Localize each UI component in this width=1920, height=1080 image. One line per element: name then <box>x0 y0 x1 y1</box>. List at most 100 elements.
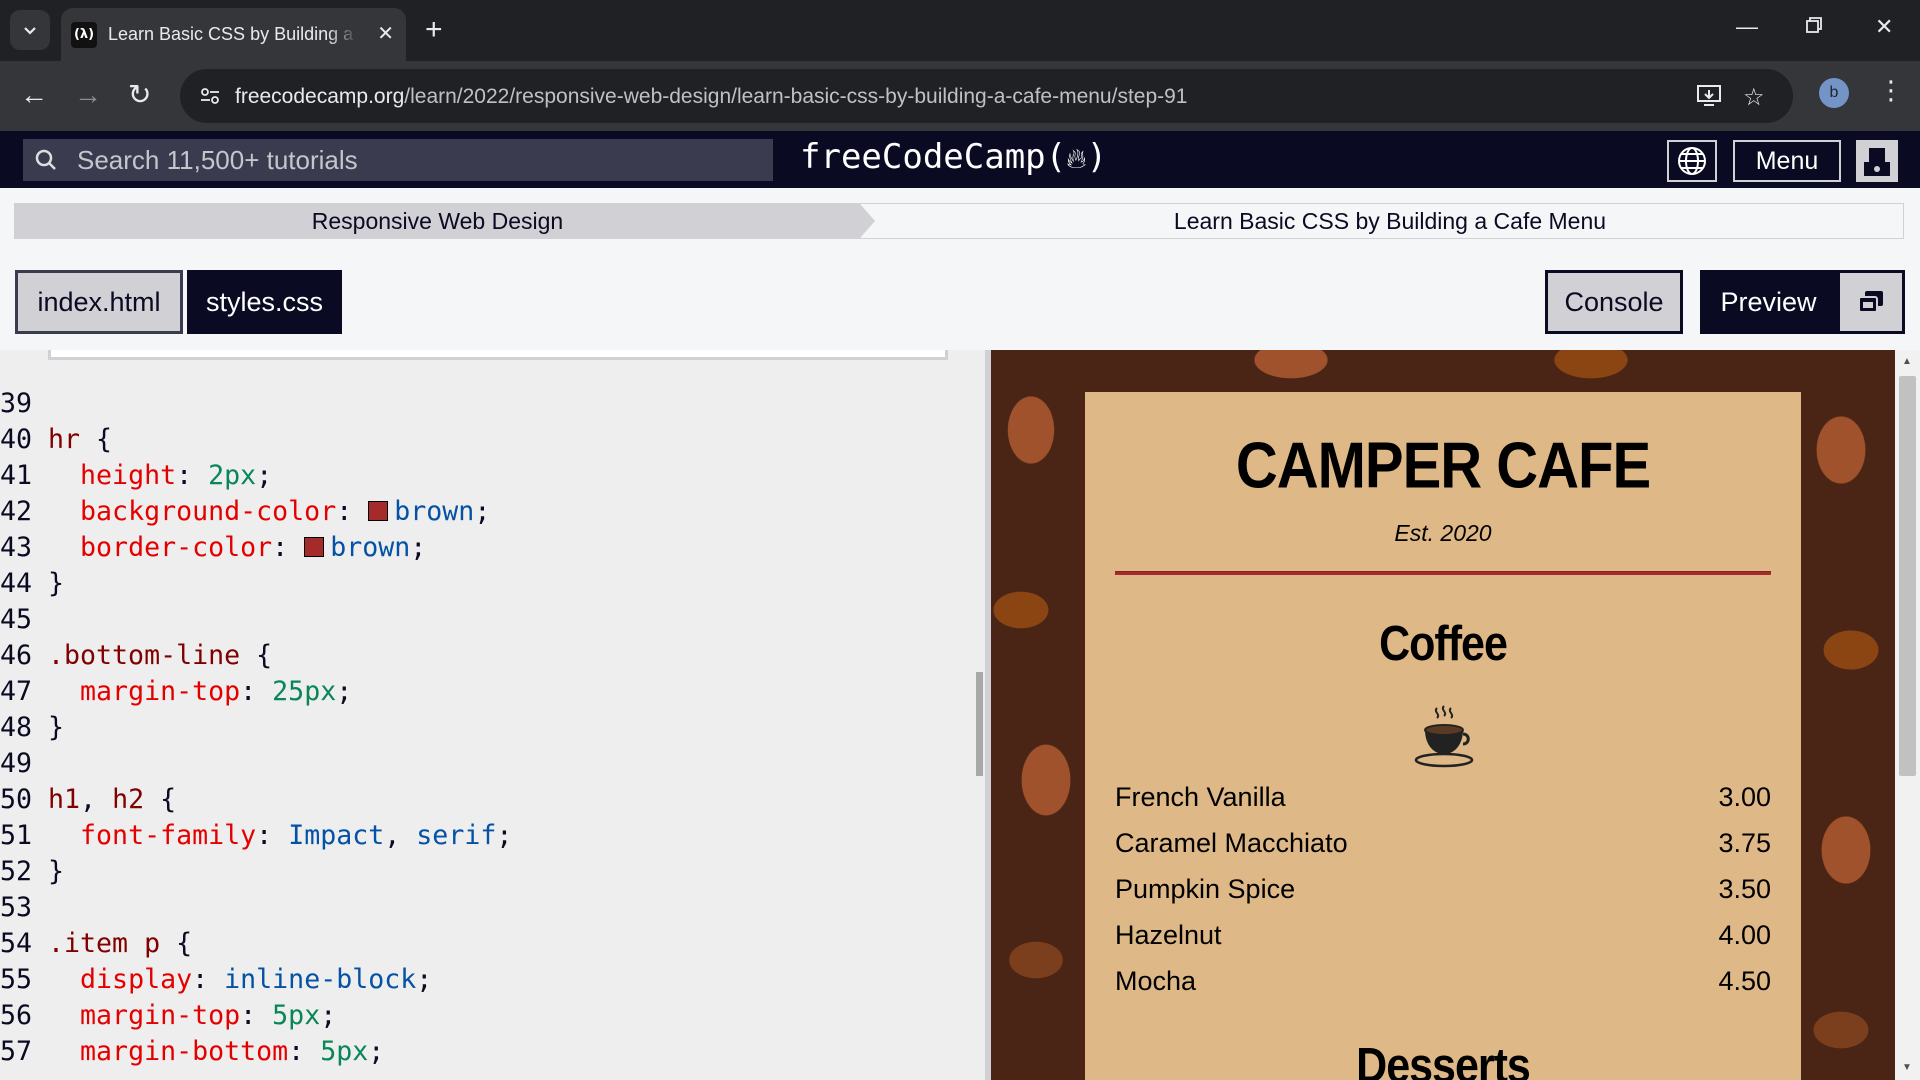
editor-description-box <box>48 350 948 360</box>
css-selector: h1 <box>48 784 81 815</box>
restore-icon[interactable] <box>1805 14 1823 40</box>
reload-icon[interactable]: ↻ <box>128 79 151 111</box>
window-close-icon[interactable]: ✕ <box>1875 14 1893 40</box>
tab-index-html[interactable]: index.html <box>15 270 183 334</box>
tab-styles-css[interactable]: styles.css <box>187 270 342 334</box>
preview-popout-button[interactable] <box>1837 270 1905 334</box>
color-swatch-icon[interactable] <box>304 537 325 557</box>
menu-item: Caramel Macchiato 3.75 <box>1115 820 1771 866</box>
code-line[interactable]: 40 hr { <box>0 422 512 458</box>
fcc-logo[interactable]: freeCodeCamp(🔥︎) <box>800 137 1107 177</box>
coffee-cup-icon <box>1414 705 1474 768</box>
code-text: display: inline-block; <box>80 964 433 995</box>
cafe-name-heading: CAMPER CAFE <box>1235 429 1651 502</box>
user-avatar[interactable] <box>1856 140 1898 182</box>
code-line[interactable]: 57 margin-bottom: 5px; <box>0 1034 512 1070</box>
console-button[interactable]: Console <box>1545 270 1683 334</box>
item-price: 3.50 <box>1718 873 1771 904</box>
css-value: 2px <box>208 460 257 491</box>
scroll-down-icon[interactable]: ▼ <box>1900 1062 1914 1073</box>
line-number: 51 <box>0 820 33 851</box>
code-line[interactable]: 50 h1, h2 { <box>0 782 512 818</box>
search-input[interactable] <box>77 144 757 176</box>
menu-item: Hazelnut 4.00 <box>1115 912 1771 958</box>
minimize-icon[interactable]: — <box>1736 14 1758 40</box>
color-swatch-icon[interactable] <box>368 501 389 521</box>
breadcrumb-block[interactable]: Learn Basic CSS by Building a Cafe Menu <box>875 204 1905 238</box>
coffee-items-list: French Vanilla 3.00 Caramel Macchiato 3.75 P… <box>1115 774 1771 1004</box>
browser-tab-active[interactable]: (λ) Learn Basic CSS by Building a Cafe M… <box>61 8 406 61</box>
code-lines[interactable]: 39 40 hr {41 height: 2px; 42 background-col… <box>0 386 512 1070</box>
css-property: margin-top <box>80 1000 241 1031</box>
item-flavor: Caramel Macchiato <box>1115 827 1348 858</box>
css-selector: hr <box>48 424 81 455</box>
code-line[interactable]: 45 <box>0 602 512 638</box>
code-text: background-color: brown; <box>80 496 491 527</box>
language-globe-button[interactable] <box>1667 140 1717 182</box>
code-line[interactable]: 39 <box>0 386 512 422</box>
css-value: brown <box>330 532 411 563</box>
code-line[interactable]: 53 <box>0 890 512 926</box>
code-line[interactable]: 44} <box>0 566 512 602</box>
code-text: font-family: Impact, serif; <box>80 820 513 851</box>
menu-button[interactable]: Menu <box>1733 140 1841 182</box>
css-property: background-color <box>80 496 337 527</box>
code-line[interactable]: 48} <box>0 710 512 746</box>
code-editor[interactable]: 39 40 hr {41 height: 2px; 42 background-col… <box>0 350 985 1080</box>
code-line[interactable]: 47 margin-top: 25px; <box>0 674 512 710</box>
menu-item: Mocha 4.50 <box>1115 958 1771 1004</box>
browser-menu-icon[interactable]: ⋮ <box>1878 75 1904 106</box>
css-value: brown <box>394 496 475 527</box>
breadcrumb-superblock[interactable]: Responsive Web Design <box>15 204 875 238</box>
code-line[interactable]: 41 height: 2px; <box>0 458 512 494</box>
profile-avatar[interactable]: b <box>1819 78 1849 108</box>
code-text: hr { <box>34 422 112 458</box>
site-settings-icon[interactable] <box>198 84 222 108</box>
tab-search-button[interactable] <box>10 10 50 50</box>
code-text: margin-top: 25px; <box>80 676 353 707</box>
install-app-icon[interactable] <box>1696 83 1722 114</box>
code-text: } <box>34 566 64 602</box>
line-number: 44 <box>0 568 33 599</box>
back-arrow-icon[interactable]: ← <box>20 79 48 111</box>
code-punct: } <box>48 856 65 887</box>
bookmark-star-icon[interactable]: ☆ <box>1743 83 1765 112</box>
search-bar[interactable] <box>23 139 773 181</box>
address-bar[interactable]: freecodecamp.org/learn/2022/responsive-w… <box>180 69 1793 123</box>
chevron-down-icon <box>24 27 36 35</box>
line-number: 43 <box>0 532 33 563</box>
forward-arrow-icon[interactable]: → <box>74 79 102 111</box>
new-tab-icon[interactable]: + <box>425 14 443 46</box>
code-punct: { <box>80 424 113 455</box>
css-value: Impact <box>288 820 385 851</box>
code-line[interactable]: 46 .bottom-line { <box>0 638 512 674</box>
code-text: .item p { <box>34 926 192 962</box>
line-number: 57 <box>0 1036 33 1067</box>
css-value: serif <box>416 820 497 851</box>
code-line[interactable]: 52} <box>0 854 512 890</box>
code-punct: } <box>48 568 65 599</box>
code-line[interactable]: 55 display: inline-block; <box>0 962 512 998</box>
code-line[interactable]: 42 background-color: brown; <box>0 494 512 530</box>
css-property: font-family <box>80 820 257 851</box>
code-line[interactable]: 51 font-family: Impact, serif; <box>0 818 512 854</box>
css-property: margin-top <box>80 676 241 707</box>
code-line[interactable]: 56 margin-top: 5px; <box>0 998 512 1034</box>
preview-button[interactable]: Preview <box>1700 270 1837 334</box>
css-value: inline-block <box>224 964 417 995</box>
item-flavor: French Vanilla <box>1115 781 1286 812</box>
scroll-up-icon[interactable]: ▲ <box>1900 356 1914 367</box>
preview-scrollbar-thumb[interactable] <box>1899 376 1916 776</box>
css-value: 25px <box>272 676 337 707</box>
code-line[interactable]: 43 border-color: brown; <box>0 530 512 566</box>
tab-title: Learn Basic CSS by Building a Cafe Menu <box>108 24 358 44</box>
line-number: 53 <box>0 892 33 923</box>
code-text: } <box>34 854 64 890</box>
code-line[interactable]: 54 .item p { <box>0 926 512 962</box>
css-property: display <box>80 964 193 995</box>
code-line[interactable]: 49 <box>0 746 512 782</box>
code-text: height: 2px; <box>80 460 273 491</box>
editor-scrollbar-thumb[interactable] <box>976 672 983 776</box>
url-text: freecodecamp.org/learn/2022/responsive-w… <box>235 85 1188 108</box>
tab-close-icon[interactable]: ✕ <box>377 22 394 46</box>
